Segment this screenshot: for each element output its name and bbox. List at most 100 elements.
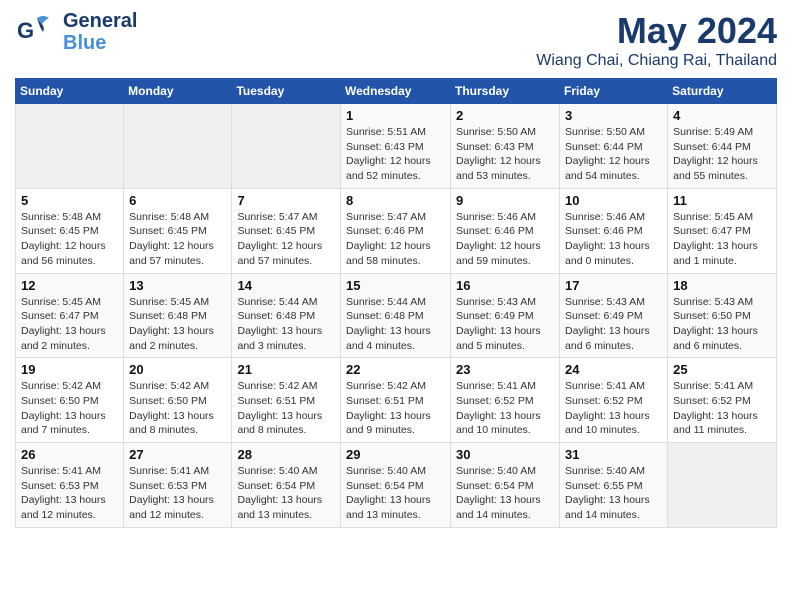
- calendar-cell: 27 Sunrise: 5:41 AM Sunset: 6:53 PM Dayli…: [124, 443, 232, 528]
- calendar-week-row: 19 Sunrise: 5:42 AM Sunset: 6:50 PM Dayli…: [16, 358, 777, 443]
- calendar-cell: 11 Sunrise: 5:45 AM Sunset: 6:47 PM Dayli…: [668, 188, 777, 273]
- day-number: 27: [129, 447, 226, 462]
- day-number: 22: [346, 362, 445, 377]
- day-number: 28: [237, 447, 335, 462]
- calendar-cell: 10 Sunrise: 5:46 AM Sunset: 6:46 PM Dayli…: [560, 188, 668, 273]
- calendar-cell: 23Sunrise: 5:41 AM Sunset: 6:52 PM Dayli…: [451, 358, 560, 443]
- weekday-header-thursday: Thursday: [451, 79, 560, 104]
- day-number: 6: [129, 193, 226, 208]
- location-title: Wiang Chai, Chiang Rai, Thailand: [536, 52, 777, 70]
- day-info: Sunrise: 5:49 AM Sunset: 6:44 PM Dayligh…: [673, 125, 771, 184]
- day-number: 10: [565, 193, 662, 208]
- day-info: Sunrise: 5:44 AM Sunset: 6:48 PM Dayligh…: [237, 295, 335, 354]
- weekday-header-saturday: Saturday: [668, 79, 777, 104]
- day-info: Sunrise: 5:48 AM Sunset: 6:45 PM Dayligh…: [21, 210, 118, 269]
- day-info: Sunrise: 5:41 AM Sunset: 6:52 PM Dayligh…: [456, 379, 554, 438]
- day-number: 19: [21, 362, 118, 377]
- day-number: 21: [237, 362, 335, 377]
- calendar-cell: 8Sunrise: 5:47 AM Sunset: 6:46 PM Daylig…: [341, 188, 451, 273]
- day-number: 9: [456, 193, 554, 208]
- calendar-cell: 7 Sunrise: 5:47 AM Sunset: 6:45 PM Daylig…: [232, 188, 341, 273]
- day-number: 2: [456, 108, 554, 123]
- day-info: Sunrise: 5:42 AM Sunset: 6:51 PM Dayligh…: [346, 379, 445, 438]
- calendar-cell: 21 Sunrise: 5:42 AM Sunset: 6:51 PM Dayli…: [232, 358, 341, 443]
- day-info: Sunrise: 5:40 AM Sunset: 6:55 PM Dayligh…: [565, 464, 662, 523]
- calendar-cell: [668, 443, 777, 528]
- day-number: 30: [456, 447, 554, 462]
- day-number: 1: [346, 108, 445, 123]
- day-number: 20: [129, 362, 226, 377]
- day-number: 3: [565, 108, 662, 123]
- page-header: G General Blue May 2024 Wiang Chai, Chia…: [15, 10, 777, 70]
- calendar-cell: 4 Sunrise: 5:49 AM Sunset: 6:44 PM Daylig…: [668, 104, 777, 189]
- weekday-header-wednesday: Wednesday: [341, 79, 451, 104]
- day-info: Sunrise: 5:42 AM Sunset: 6:50 PM Dayligh…: [129, 379, 226, 438]
- calendar-cell: 16 Sunrise: 5:43 AM Sunset: 6:49 PM Dayli…: [451, 273, 560, 358]
- calendar-cell: 19Sunrise: 5:42 AM Sunset: 6:50 PM Dayli…: [16, 358, 124, 443]
- calendar-cell: 14 Sunrise: 5:44 AM Sunset: 6:48 PM Dayli…: [232, 273, 341, 358]
- day-number: 31: [565, 447, 662, 462]
- day-info: Sunrise: 5:47 AM Sunset: 6:46 PM Dayligh…: [346, 210, 445, 269]
- weekday-header-monday: Monday: [124, 79, 232, 104]
- logo: G General Blue: [15, 10, 137, 54]
- calendar-cell: 20 Sunrise: 5:42 AM Sunset: 6:50 PM Dayli…: [124, 358, 232, 443]
- day-number: 15: [346, 278, 445, 293]
- day-number: 11: [673, 193, 771, 208]
- logo-general: General: [63, 10, 137, 32]
- day-number: 24: [565, 362, 662, 377]
- calendar-cell: 2Sunrise: 5:50 AM Sunset: 6:43 PM Daylig…: [451, 104, 560, 189]
- day-number: 7: [237, 193, 335, 208]
- calendar-cell: 30 Sunrise: 5:40 AM Sunset: 6:54 PM Dayli…: [451, 443, 560, 528]
- calendar-cell: 5 Sunrise: 5:48 AM Sunset: 6:45 PM Daylig…: [16, 188, 124, 273]
- day-number: 17: [565, 278, 662, 293]
- day-info: Sunrise: 5:45 AM Sunset: 6:48 PM Dayligh…: [129, 295, 226, 354]
- day-info: Sunrise: 5:43 AM Sunset: 6:49 PM Dayligh…: [456, 295, 554, 354]
- weekday-header-friday: Friday: [560, 79, 668, 104]
- day-info: Sunrise: 5:48 AM Sunset: 6:45 PM Dayligh…: [129, 210, 226, 269]
- day-info: Sunrise: 5:41 AM Sunset: 6:52 PM Dayligh…: [673, 379, 771, 438]
- day-number: 25: [673, 362, 771, 377]
- day-info: Sunrise: 5:46 AM Sunset: 6:46 PM Dayligh…: [565, 210, 662, 269]
- calendar-header-row: SundayMondayTuesdayWednesdayThursdayFrid…: [16, 79, 777, 104]
- calendar-cell: 12 Sunrise: 5:45 AM Sunset: 6:47 PM Dayli…: [16, 273, 124, 358]
- day-info: Sunrise: 5:45 AM Sunset: 6:47 PM Dayligh…: [673, 210, 771, 269]
- logo-blue: Blue: [63, 32, 137, 54]
- day-info: Sunrise: 5:42 AM Sunset: 6:51 PM Dayligh…: [237, 379, 335, 438]
- calendar-week-row: 12 Sunrise: 5:45 AM Sunset: 6:47 PM Dayli…: [16, 273, 777, 358]
- calendar-cell: 22 Sunrise: 5:42 AM Sunset: 6:51 PM Dayli…: [341, 358, 451, 443]
- day-number: 5: [21, 193, 118, 208]
- day-info: Sunrise: 5:46 AM Sunset: 6:46 PM Dayligh…: [456, 210, 554, 269]
- day-info: Sunrise: 5:40 AM Sunset: 6:54 PM Dayligh…: [456, 464, 554, 523]
- calendar-cell: 31 Sunrise: 5:40 AM Sunset: 6:55 PM Dayli…: [560, 443, 668, 528]
- day-info: Sunrise: 5:41 AM Sunset: 6:53 PM Dayligh…: [129, 464, 226, 523]
- calendar-cell: [124, 104, 232, 189]
- logo-icon: G: [15, 10, 59, 54]
- day-info: Sunrise: 5:50 AM Sunset: 6:44 PM Dayligh…: [565, 125, 662, 184]
- day-info: Sunrise: 5:40 AM Sunset: 6:54 PM Dayligh…: [237, 464, 335, 523]
- calendar-cell: [232, 104, 341, 189]
- day-info: Sunrise: 5:44 AM Sunset: 6:48 PM Dayligh…: [346, 295, 445, 354]
- calendar-cell: 25 Sunrise: 5:41 AM Sunset: 6:52 PM Dayli…: [668, 358, 777, 443]
- day-number: 16: [456, 278, 554, 293]
- calendar-cell: 15 Sunrise: 5:44 AM Sunset: 6:48 PM Dayli…: [341, 273, 451, 358]
- month-title: May 2024: [536, 10, 777, 52]
- day-number: 14: [237, 278, 335, 293]
- day-info: Sunrise: 5:40 AM Sunset: 6:54 PM Dayligh…: [346, 464, 445, 523]
- day-info: Sunrise: 5:41 AM Sunset: 6:52 PM Dayligh…: [565, 379, 662, 438]
- calendar-cell: 6 Sunrise: 5:48 AM Sunset: 6:45 PM Daylig…: [124, 188, 232, 273]
- calendar-table: SundayMondayTuesdayWednesdayThursdayFrid…: [15, 78, 777, 528]
- weekday-header-sunday: Sunday: [16, 79, 124, 104]
- calendar-cell: 1Sunrise: 5:51 AM Sunset: 6:43 PM Daylig…: [341, 104, 451, 189]
- day-info: Sunrise: 5:41 AM Sunset: 6:53 PM Dayligh…: [21, 464, 118, 523]
- calendar-cell: 29Sunrise: 5:40 AM Sunset: 6:54 PM Dayli…: [341, 443, 451, 528]
- calendar-week-row: 1Sunrise: 5:51 AM Sunset: 6:43 PM Daylig…: [16, 104, 777, 189]
- calendar-cell: 18Sunrise: 5:43 AM Sunset: 6:50 PM Dayli…: [668, 273, 777, 358]
- calendar-cell: 26Sunrise: 5:41 AM Sunset: 6:53 PM Dayli…: [16, 443, 124, 528]
- day-number: 13: [129, 278, 226, 293]
- day-info: Sunrise: 5:45 AM Sunset: 6:47 PM Dayligh…: [21, 295, 118, 354]
- day-number: 4: [673, 108, 771, 123]
- day-number: 12: [21, 278, 118, 293]
- day-info: Sunrise: 5:47 AM Sunset: 6:45 PM Dayligh…: [237, 210, 335, 269]
- calendar-cell: [16, 104, 124, 189]
- calendar-cell: 24 Sunrise: 5:41 AM Sunset: 6:52 PM Dayli…: [560, 358, 668, 443]
